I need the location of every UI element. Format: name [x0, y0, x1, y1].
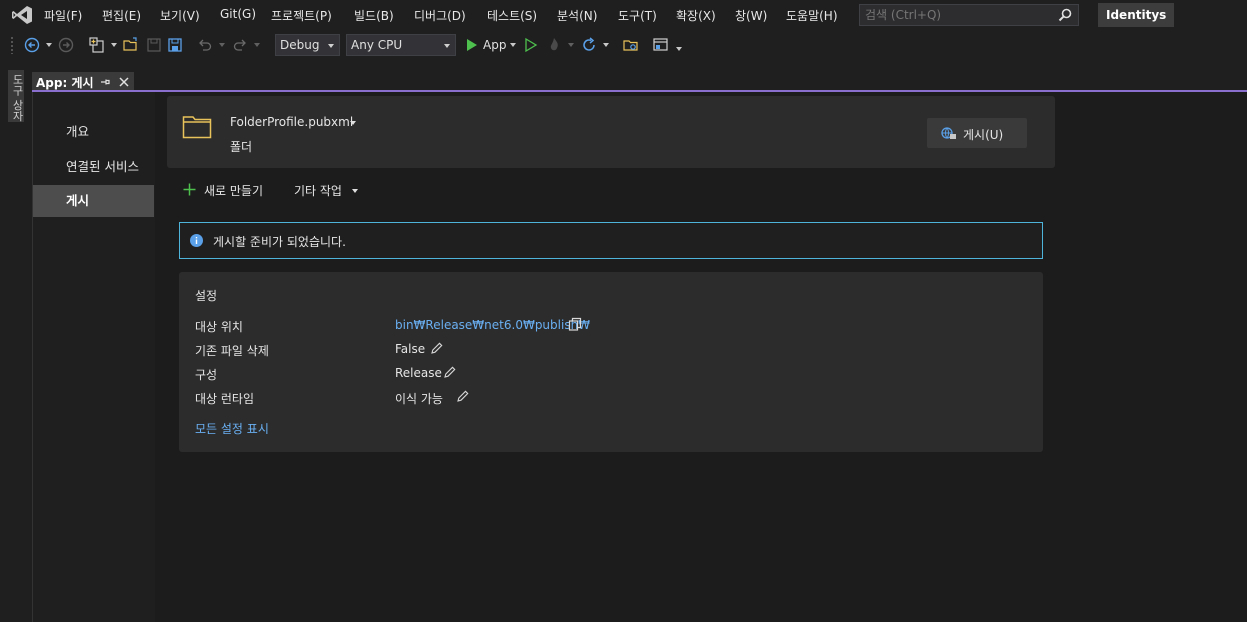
ready-message: 게시할 준비가 되었습니다.: [213, 235, 346, 249]
configuration-value: Debug: [280, 38, 320, 52]
hot-reload-icon[interactable]: [545, 36, 563, 54]
refresh-caret-icon[interactable]: [603, 43, 609, 47]
visual-studio-logo-icon[interactable]: [11, 5, 33, 25]
window-layout-icon[interactable]: [652, 36, 670, 54]
search-icon[interactable]: [1058, 8, 1072, 22]
standard-toolbar: Debug Any CPU App: [0, 30, 1247, 60]
publish-button-label: 게시(U): [963, 128, 1004, 142]
menu-help[interactable]: 도움말(H): [786, 7, 838, 24]
profile-name[interactable]: FolderProfile.pubxml: [230, 115, 353, 129]
profile-type: 폴더: [230, 140, 253, 154]
profile-dropdown-caret-icon[interactable]: [350, 121, 356, 125]
run-target-caret-icon[interactable]: [510, 43, 516, 47]
more-actions-caret-icon: [352, 189, 358, 193]
menu-analyze[interactable]: 분석(N): [557, 7, 597, 24]
navigate-back-icon[interactable]: [23, 36, 41, 54]
pin-icon[interactable]: [99, 76, 111, 88]
menu-edit[interactable]: 편집(E): [102, 7, 141, 24]
edit-configuration-icon[interactable]: [443, 366, 456, 379]
menu-file[interactable]: 파일(F): [44, 7, 82, 24]
platform-value: Any CPU: [351, 38, 403, 52]
copy-icon[interactable]: [568, 317, 582, 331]
solution-name-badge[interactable]: Identitys: [1098, 3, 1175, 27]
start-without-debugging-icon[interactable]: [522, 36, 540, 54]
menu-tools[interactable]: 도구(T): [618, 7, 657, 24]
solution-folder-icon[interactable]: [622, 36, 640, 54]
nav-item-overview[interactable]: 개요: [33, 116, 154, 148]
navigate-forward-icon[interactable]: [57, 36, 75, 54]
info-icon: [190, 234, 203, 247]
redo-icon[interactable]: [231, 36, 249, 54]
publish-nav: 개요 연결된 서비스 게시: [32, 92, 155, 622]
menu-debug[interactable]: 디버그(D): [414, 7, 466, 24]
setting-label-target-location: 대상 위치: [195, 320, 243, 334]
configuration-caret-icon: [328, 44, 334, 48]
platform-caret-icon: [444, 44, 450, 48]
plus-icon: [183, 183, 196, 196]
new-project-caret-icon[interactable]: [111, 43, 117, 47]
navigate-back-caret-icon[interactable]: [46, 43, 52, 47]
settings-card: 설정 대상 위치 bin₩Release₩net6.0₩publish₩ 기존 …: [179, 272, 1043, 452]
setting-value-delete-existing: False: [395, 342, 426, 356]
new-profile-label: 새로 만들기: [204, 184, 264, 198]
ready-info-bar: 게시할 준비가 되었습니다.: [179, 222, 1043, 259]
folder-icon: [182, 116, 212, 139]
hot-reload-caret-icon[interactable]: [568, 43, 574, 47]
edit-delete-existing-icon[interactable]: [430, 342, 443, 355]
menu-test[interactable]: 테스트(S): [487, 7, 537, 24]
open-folder-icon[interactable]: [122, 36, 140, 54]
menu-bar: 파일(F) 편집(E) 보기(V) Git(G) 프로젝트(P) 빌드(B) 디…: [0, 0, 1247, 30]
publish-icon: [941, 127, 956, 139]
close-icon[interactable]: [118, 76, 130, 88]
publish-button[interactable]: 게시(U): [927, 118, 1027, 148]
new-project-icon[interactable]: [88, 36, 106, 54]
document-tab-title: App: 게시: [36, 76, 94, 90]
setting-value-target-runtime: 이식 가능: [395, 392, 443, 406]
settings-title: 설정: [195, 289, 218, 303]
undo-caret-icon[interactable]: [219, 43, 225, 47]
more-actions-label: 기타 작업: [294, 184, 342, 198]
setting-label-configuration: 구성: [195, 368, 218, 382]
toolbar-grip[interactable]: [10, 36, 14, 54]
undo-icon[interactable]: [196, 36, 214, 54]
save-all-icon[interactable]: [166, 36, 184, 54]
menu-view[interactable]: 보기(V): [160, 7, 200, 24]
search-box[interactable]: [859, 4, 1079, 26]
nav-item-connected-services[interactable]: 연결된 서비스: [33, 151, 154, 183]
menu-extensions[interactable]: 확장(X): [676, 7, 716, 24]
toolbox-tab[interactable]: 도구 상자: [8, 70, 24, 122]
toolbar-overflow-icon[interactable]: [676, 47, 682, 51]
left-tool-strip: [0, 60, 8, 622]
show-all-settings-link[interactable]: 모든 설정 표시: [195, 420, 269, 437]
menu-window[interactable]: 창(W): [735, 7, 767, 24]
publish-profile-card: FolderProfile.pubxml 폴더 게시(U): [167, 96, 1055, 168]
start-debugging-icon[interactable]: [463, 36, 481, 54]
nav-item-publish[interactable]: 게시: [33, 185, 154, 217]
setting-value-configuration: Release: [395, 366, 442, 380]
run-target-label[interactable]: App: [483, 38, 506, 52]
edit-target-runtime-icon[interactable]: [456, 390, 469, 403]
menu-git[interactable]: Git(G): [220, 7, 256, 21]
redo-caret-icon[interactable]: [254, 43, 260, 47]
setting-label-delete-existing: 기존 파일 삭제: [195, 344, 269, 358]
save-icon[interactable]: [145, 36, 163, 54]
platform-select[interactable]: Any CPU: [346, 34, 456, 56]
menu-project[interactable]: 프로젝트(P): [271, 7, 332, 24]
setting-value-target-location[interactable]: bin₩Release₩net6.0₩publish₩: [395, 318, 590, 332]
setting-label-target-runtime: 대상 런타임: [195, 392, 255, 406]
toolbox-tab-label: 도구 상자: [11, 74, 24, 122]
menu-build[interactable]: 빌드(B): [354, 7, 394, 24]
configuration-select[interactable]: Debug: [275, 34, 340, 56]
refresh-icon[interactable]: [580, 36, 598, 54]
search-input[interactable]: [860, 5, 1050, 25]
publish-main-panel: FolderProfile.pubxml 폴더 게시(U) 새로 만들기 기타 …: [155, 92, 1247, 622]
